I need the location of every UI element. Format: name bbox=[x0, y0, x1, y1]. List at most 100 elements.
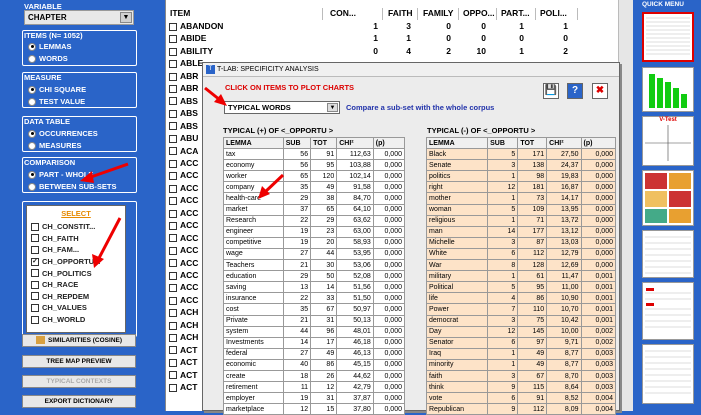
table-row[interactable]: War 8 128 12,69 0,000 bbox=[425, 259, 617, 272]
typical-contexts-button[interactable]: TYPICAL CONTEXTS bbox=[22, 375, 136, 388]
column-header[interactable]: POLI... bbox=[538, 8, 578, 20]
column-header[interactable]: LEMMA bbox=[223, 136, 284, 150]
table-row[interactable]: tax 56 91 112,63 0,000 bbox=[223, 148, 406, 161]
table-row[interactable]: insurance 22 33 51,50 0,000 bbox=[223, 292, 406, 305]
table-row[interactable]: create 18 26 44,62 0,000 bbox=[223, 369, 406, 383]
column-header[interactable]: OPPO... bbox=[461, 8, 497, 20]
table-row[interactable]: faith 3 67 8,70 0,003 bbox=[425, 369, 617, 383]
table-row[interactable]: cost 35 67 50,97 0,000 bbox=[223, 303, 406, 316]
words-type-select[interactable]: TYPICAL WORDS ▼ bbox=[224, 101, 340, 114]
table-row[interactable]: right 12 181 16,87 0,000 bbox=[425, 181, 617, 194]
table-row[interactable]: Senator 6 97 9,71 0,002 bbox=[425, 336, 617, 349]
column-header[interactable]: CHI² bbox=[336, 136, 374, 150]
select-item[interactable]: CH_RACE bbox=[27, 279, 125, 291]
tree-map-preview-button[interactable]: TREE MAP PREVIEW bbox=[22, 355, 136, 368]
table-row[interactable]: engineer 19 23 63,00 0,000 bbox=[223, 225, 406, 238]
table-row[interactable]: White 6 112 12,79 0,000 bbox=[425, 247, 617, 261]
table-row[interactable]: federal 27 49 46,13 0,000 bbox=[223, 347, 406, 360]
table-row[interactable]: man 14 177 13,12 0,000 bbox=[425, 225, 617, 238]
table-row[interactable]: Republican 9 112 8,09 0,004 bbox=[425, 403, 617, 415]
column-header[interactable]: ITEM bbox=[168, 8, 323, 20]
select-item[interactable]: CH_CONSTIT... bbox=[27, 221, 125, 233]
select-header[interactable]: SELECT bbox=[27, 206, 125, 221]
table-row[interactable]: Michelle 3 87 13,03 0,000 bbox=[425, 236, 617, 249]
table-row[interactable]: think 9 115 8,64 0,003 bbox=[425, 381, 617, 394]
table-row[interactable]: ABIDE 1 1 0 0 0 0 bbox=[166, 33, 626, 45]
select-item[interactable]: CH_FAITH bbox=[27, 233, 125, 245]
table-row[interactable]: employer 19 31 37,87 0,000 bbox=[223, 392, 406, 405]
table-row[interactable]: Research 22 29 63,62 0,000 bbox=[223, 214, 406, 227]
thumb-heatmap[interactable] bbox=[642, 170, 694, 226]
column-header[interactable]: (p) bbox=[372, 136, 406, 150]
table-row[interactable]: religious 1 71 13,72 0,000 bbox=[425, 214, 617, 227]
save-button[interactable]: 💾 bbox=[543, 83, 559, 99]
column-header[interactable]: TOT bbox=[517, 136, 548, 150]
items-option-words[interactable]: WORDS bbox=[28, 54, 68, 63]
table-row[interactable]: Day 12 145 10,00 0,002 bbox=[425, 325, 617, 338]
table-row[interactable]: democrat 3 75 10,42 0,001 bbox=[425, 314, 617, 327]
table-row[interactable]: company 35 49 91,58 0,000 bbox=[223, 181, 406, 194]
column-header[interactable]: FAMILY bbox=[421, 8, 459, 20]
table-row[interactable]: health-care 29 38 84,70 0,000 bbox=[223, 192, 406, 205]
select-item[interactable]: CH_FAM... bbox=[27, 244, 125, 256]
select-item[interactable]: CH_VALUES bbox=[27, 302, 125, 314]
vertical-scrollbar[interactable] bbox=[618, 0, 633, 411]
table-row[interactable]: vote 6 91 8,52 0,004 bbox=[425, 392, 617, 405]
table-row[interactable]: politics 1 98 19,83 0,000 bbox=[425, 170, 617, 183]
thumb-table-4[interactable] bbox=[642, 344, 694, 404]
column-header[interactable]: CON... bbox=[328, 8, 383, 20]
comparison-option-part-whole[interactable]: PART - WHOLE bbox=[28, 170, 93, 179]
column-header[interactable]: LEMMA bbox=[425, 136, 489, 150]
select-item[interactable]: CH_WORLD bbox=[27, 314, 125, 326]
thumb-table-2[interactable] bbox=[642, 230, 694, 278]
table-row[interactable]: Teachers 21 30 53,06 0,000 bbox=[223, 259, 406, 272]
column-header[interactable]: (p) bbox=[580, 136, 617, 150]
table-row[interactable]: mother 1 73 14,17 0,000 bbox=[425, 192, 617, 205]
items-option-lemmas[interactable]: LEMMAS bbox=[28, 42, 72, 51]
table-row[interactable]: worker 65 120 102,14 0,000 bbox=[223, 170, 406, 183]
measure-option-test-value[interactable]: TEST VALUE bbox=[28, 97, 85, 106]
table-row[interactable]: ABILITY 0 4 2 10 1 2 bbox=[166, 46, 626, 58]
column-header[interactable]: SUB bbox=[282, 136, 312, 150]
table-row[interactable]: Senate 3 138 24,37 0,000 bbox=[425, 159, 617, 172]
select-listbox[interactable]: SELECT CH_CONSTIT... CH_FAITH CH_FAM... ✓ CH… bbox=[26, 205, 126, 333]
column-header[interactable]: SUB bbox=[487, 136, 519, 150]
table-row[interactable]: market 37 65 64,10 0,000 bbox=[223, 203, 406, 216]
similarities-button[interactable]: SIMILARITIES (COSINE) bbox=[22, 334, 136, 347]
help-button[interactable]: ? bbox=[567, 83, 583, 99]
table-row[interactable]: Investments 14 17 46,18 0,000 bbox=[223, 336, 406, 349]
datatable-option-occurrences[interactable]: OCCURRENCES bbox=[28, 129, 98, 138]
table-row[interactable]: Iraq 1 49 8,77 0,003 bbox=[425, 347, 617, 360]
table-row[interactable]: economy 56 95 103,88 0,000 bbox=[223, 159, 406, 172]
column-header[interactable]: FAITH bbox=[386, 8, 418, 20]
measure-option-chi-square[interactable]: CHI SQUARE bbox=[28, 85, 86, 94]
table-row[interactable]: saving 13 14 51,56 0,000 bbox=[223, 281, 406, 294]
table-row[interactable]: life 4 86 10,90 0,001 bbox=[425, 292, 617, 305]
comparison-option-between[interactable]: BETWEEN SUB-SETS bbox=[28, 182, 117, 191]
table-row[interactable]: education 29 50 52,08 0,000 bbox=[223, 270, 406, 283]
table-row[interactable]: economic 40 86 45,15 0,000 bbox=[223, 358, 406, 371]
column-header[interactable]: PART... bbox=[499, 8, 536, 20]
table-row[interactable]: Political 5 95 11,00 0,001 bbox=[425, 281, 617, 294]
thumb-bar-chart[interactable] bbox=[642, 67, 694, 112]
thumb-vtest[interactable]: V-Test bbox=[642, 116, 694, 166]
table-row[interactable]: competitive 19 20 58,93 0,000 bbox=[223, 236, 406, 249]
table-row[interactable]: wage 27 44 53,95 0,000 bbox=[223, 247, 406, 261]
table-row[interactable]: ABANDON 1 3 0 0 1 1 bbox=[166, 21, 626, 33]
table-row[interactable]: minority 1 49 8,77 0,003 bbox=[425, 358, 617, 371]
table-row[interactable]: Black 5 171 27,50 0,000 bbox=[425, 148, 617, 161]
table-row[interactable]: system 44 96 48,01 0,000 bbox=[223, 325, 406, 338]
select-item[interactable]: CH_REPDEM bbox=[27, 291, 125, 303]
table-row[interactable]: woman 5 109 13,95 0,000 bbox=[425, 203, 617, 216]
thumb-table[interactable] bbox=[642, 12, 694, 62]
table-row[interactable]: Private 21 31 50,13 0,000 bbox=[223, 314, 406, 327]
column-header[interactable]: TOT bbox=[310, 136, 338, 150]
table-row[interactable]: marketplace 12 15 37,80 0,000 bbox=[223, 403, 406, 415]
export-dictionary-button[interactable]: EXPORT DICTIONARY bbox=[22, 395, 136, 408]
variable-select[interactable]: CHAPTER ▼ bbox=[24, 10, 134, 25]
table-row[interactable]: military 1 61 11,47 0,001 bbox=[425, 270, 617, 283]
close-button[interactable]: ✖ bbox=[592, 83, 608, 99]
dialog-titlebar[interactable]: T T-LAB: SPECIFICITY ANALYSIS bbox=[203, 63, 619, 77]
datatable-option-measures[interactable]: MEASURES bbox=[28, 141, 82, 150]
thumb-table-3[interactable] bbox=[642, 282, 694, 340]
